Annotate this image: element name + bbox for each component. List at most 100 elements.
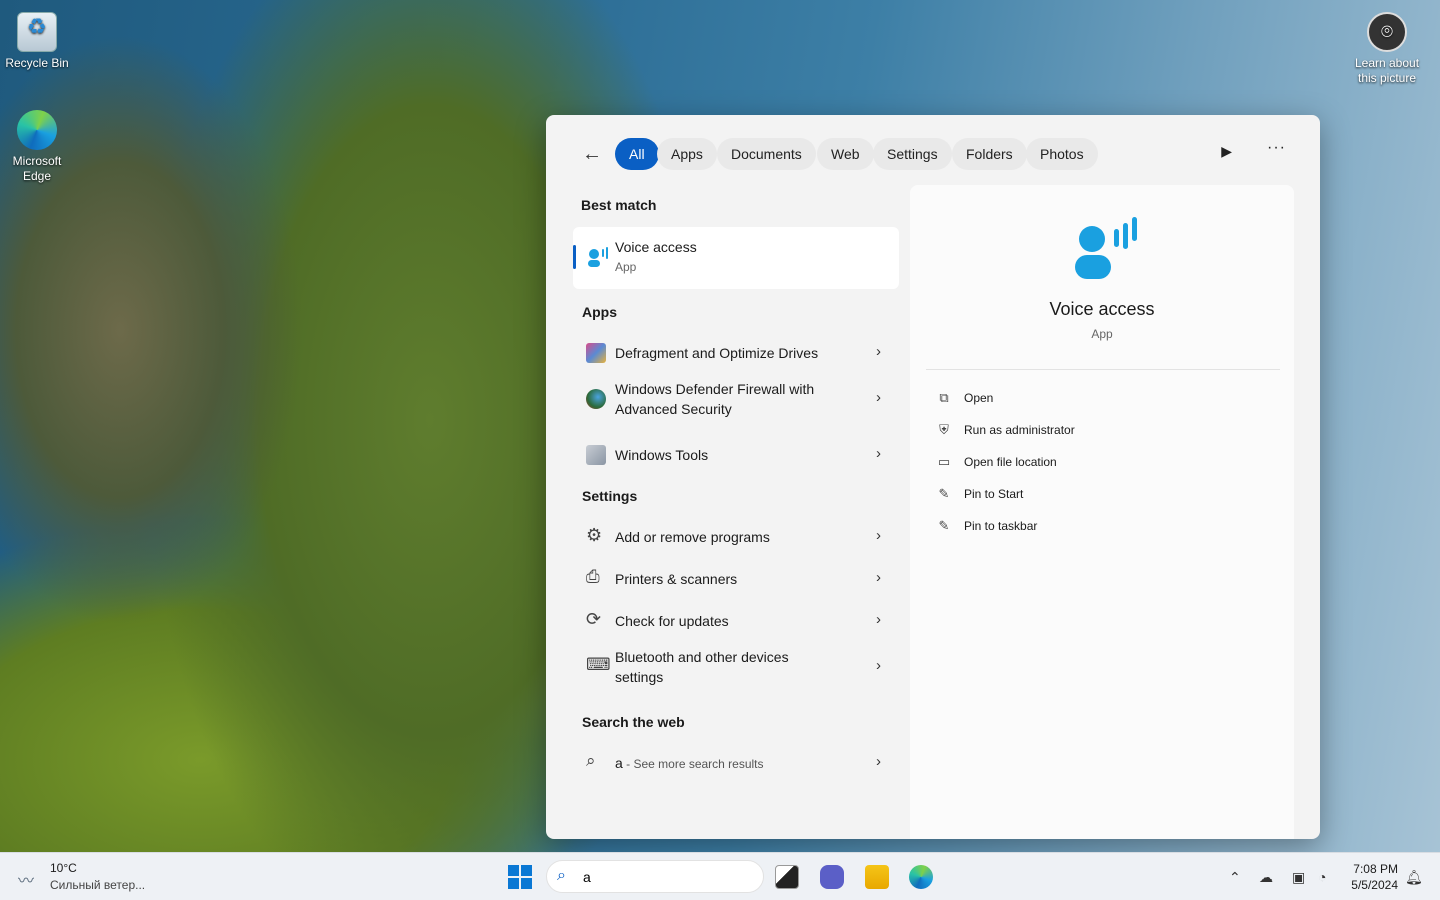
- folder-icon: ▭: [937, 454, 951, 469]
- web-search-result[interactable]: ⌕ a - See more search results ›: [573, 745, 899, 781]
- search-panel: ← All Apps Documents Web Settings Folder…: [546, 115, 1320, 839]
- filter-apps[interactable]: Apps: [657, 138, 717, 170]
- defragment-icon: [586, 343, 606, 363]
- details-pane: Voice access App ⧉ Open ⛨ Run as administr…: [910, 185, 1294, 839]
- back-arrow-icon[interactable]: ←: [582, 143, 606, 167]
- best-match-title: Voice access: [615, 239, 697, 255]
- chevron-right-icon[interactable]: ›: [876, 657, 881, 674]
- settings-result-label: Bluetooth and other devices settings: [615, 649, 789, 685]
- taskbar: 〰 10°C Сильный ветер... ⌕ a ⌃ ☁ ▣ ◔ 7:08…: [0, 852, 1440, 900]
- file-explorer-icon[interactable]: [865, 865, 889, 889]
- open-external-icon: ⧉: [939, 390, 949, 405]
- app-result-firewall[interactable]: Windows Defender Firewall with Advanced …: [573, 377, 899, 421]
- action-pin-to-start[interactable]: ✎ Pin to Start: [936, 484, 1024, 504]
- windows-logo-tile: [508, 878, 519, 889]
- desktop-icon-recycle-bin[interactable]: Recycle Bin: [0, 12, 74, 71]
- action-label: Run as administrator: [964, 423, 1075, 437]
- play-icon[interactable]: ▶: [1221, 143, 1232, 160]
- app-result-label: Defragment and Optimize Drives: [615, 345, 819, 361]
- filter-photos[interactable]: Photos: [1026, 138, 1098, 170]
- settings-result-check-updates[interactable]: ⟳ Check for updates ›: [573, 603, 899, 639]
- details-divider: [926, 369, 1280, 370]
- settings-result-add-remove-programs[interactable]: ⚙ Add or remove programs ›: [573, 519, 899, 555]
- filter-settings[interactable]: Settings: [873, 138, 952, 170]
- chevron-right-icon[interactable]: ›: [876, 753, 881, 770]
- desktop-icon-label: Learn about this picture: [1354, 56, 1420, 85]
- app-result-label: Windows Tools: [615, 447, 709, 463]
- refresh-icon: ⟳: [586, 609, 602, 629]
- windows-logo-tile: [508, 865, 519, 876]
- settings-result-label: Add or remove programs: [615, 529, 770, 545]
- network-icon[interactable]: ▣: [1292, 869, 1305, 886]
- windows-tools-icon: [586, 445, 606, 465]
- camera-info-icon: ⌾: [1367, 12, 1407, 52]
- details-title: Voice access: [1049, 299, 1155, 319]
- taskbar-search-box[interactable]: ⌕ a: [546, 860, 764, 893]
- app-result-windows-tools[interactable]: Windows Tools ›: [573, 437, 899, 473]
- selection-indicator: [573, 245, 576, 269]
- pin-icon: ✎: [938, 518, 950, 533]
- action-label: Pin to Start: [964, 487, 1024, 501]
- notification-bell-icon[interactable]: 🔔︎: [1405, 869, 1423, 886]
- voice-access-icon: [588, 247, 608, 267]
- cloud-offline-icon[interactable]: ☁: [1259, 869, 1273, 886]
- start-button[interactable]: [508, 865, 532, 889]
- action-open[interactable]: ⧉ Open: [936, 388, 993, 408]
- filter-folders[interactable]: Folders: [952, 138, 1027, 170]
- action-label: Open file location: [964, 455, 1057, 469]
- web-search-query: a - See more search results: [615, 753, 764, 774]
- settings-result-label: Printers & scanners: [615, 571, 738, 587]
- task-view-icon[interactable]: [775, 865, 799, 889]
- web-query-text: a: [615, 755, 623, 771]
- weather-description[interactable]: Сильный ветер...: [50, 878, 145, 892]
- clock-date: 5/5/2024: [1351, 878, 1398, 892]
- settings-heading: Settings: [582, 488, 638, 504]
- clock[interactable]: 7:08 PM 5/5/2024: [1351, 861, 1398, 893]
- search-icon: ⌕: [586, 751, 596, 770]
- app-result-defragment[interactable]: Defragment and Optimize Drives ›: [573, 335, 899, 371]
- chevron-right-icon[interactable]: ›: [876, 389, 881, 406]
- devices-icon: ⌨: [586, 655, 611, 674]
- chevron-right-icon[interactable]: ›: [876, 527, 881, 544]
- chevron-right-icon[interactable]: ›: [876, 611, 881, 628]
- action-label: Pin to taskbar: [964, 519, 1038, 533]
- desktop-icon-learn-about-picture[interactable]: ⌾ Learn about this picture: [1350, 12, 1424, 86]
- printer-icon: ⎙: [586, 567, 600, 586]
- filter-all[interactable]: All: [615, 138, 659, 170]
- volume-icon[interactable]: ◔: [1318, 869, 1326, 885]
- desktop-icon-label: Microsoft Edge: [12, 154, 62, 183]
- best-match-heading: Best match: [581, 197, 657, 213]
- wind-weather-icon[interactable]: 〰: [18, 867, 42, 890]
- teams-chat-icon[interactable]: [820, 865, 844, 889]
- best-match-subtitle: App: [615, 260, 637, 274]
- action-label: Open: [964, 391, 994, 405]
- desktop-icon-label: Recycle Bin: [5, 56, 69, 70]
- filter-web[interactable]: Web: [817, 138, 874, 170]
- action-run-as-admin[interactable]: ⛨ Run as administrator: [936, 420, 1075, 440]
- chevron-up-icon[interactable]: ⌃: [1229, 869, 1241, 886]
- clock-time: 7:08 PM: [1353, 862, 1398, 876]
- chevron-right-icon[interactable]: ›: [876, 569, 881, 586]
- settings-result-printers[interactable]: ⎙ Printers & scanners ›: [573, 561, 899, 597]
- recycle-bin-icon: [17, 12, 57, 52]
- settings-result-bluetooth[interactable]: ⌨ Bluetooth and other devices settings ›: [573, 645, 899, 689]
- action-open-file-location[interactable]: ▭ Open file location: [936, 452, 1057, 472]
- best-match-result[interactable]: Voice access App: [573, 227, 899, 289]
- more-options-icon[interactable]: ···: [1267, 139, 1286, 157]
- web-query-suffix: - See more search results: [622, 757, 764, 771]
- pin-icon: ✎: [938, 486, 950, 501]
- apps-heading: Apps: [582, 304, 617, 320]
- shield-admin-icon: ⛨: [939, 422, 949, 437]
- details-subtitle: App: [1091, 327, 1113, 341]
- chevron-right-icon[interactable]: ›: [876, 343, 881, 360]
- search-icon: ⌕: [557, 867, 566, 884]
- filter-documents[interactable]: Documents: [717, 138, 816, 170]
- weather-temperature[interactable]: 10°C: [50, 861, 77, 875]
- desktop-icon-microsoft-edge[interactable]: Microsoft Edge: [0, 110, 74, 184]
- taskbar-search-input[interactable]: a: [583, 869, 591, 885]
- firewall-icon: [586, 389, 606, 409]
- edge-icon[interactable]: [909, 865, 933, 889]
- app-result-label: Windows Defender Firewall with Advanced …: [615, 381, 815, 417]
- action-pin-to-taskbar[interactable]: ✎ Pin to taskbar: [936, 516, 1038, 536]
- chevron-right-icon[interactable]: ›: [876, 445, 881, 462]
